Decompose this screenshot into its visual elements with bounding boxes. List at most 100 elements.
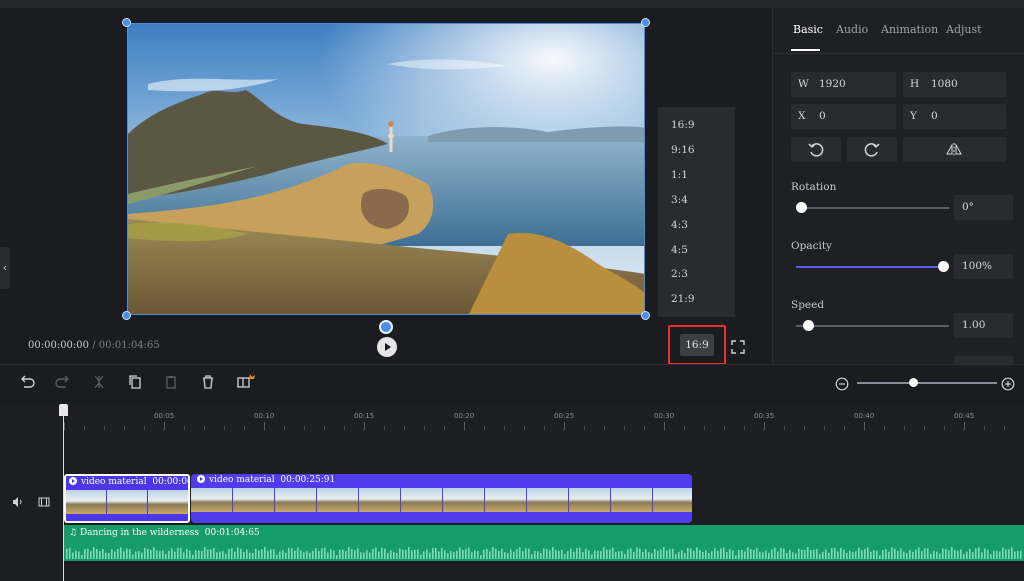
play-icon[interactable] bbox=[377, 337, 397, 357]
waveform-bar bbox=[141, 552, 143, 559]
video-clip-1[interactable]: video material 00:00:06:37 bbox=[64, 474, 190, 523]
waveform-bar bbox=[594, 550, 596, 559]
waveform-bar bbox=[783, 548, 785, 559]
rotation-slider[interactable] bbox=[796, 207, 949, 209]
waveform-bar bbox=[240, 548, 242, 559]
audio-clip-header: ♫ Dancing in the wilderness 00:01:04:65 bbox=[69, 528, 260, 538]
rotation-slider-thumb[interactable] bbox=[796, 202, 807, 213]
waveform-bar bbox=[549, 550, 551, 559]
tab-audio[interactable]: Audio bbox=[836, 23, 868, 36]
waveform-bar bbox=[840, 547, 842, 559]
waveform-bar bbox=[630, 548, 632, 559]
flip-horizontal-button[interactable] bbox=[903, 137, 1006, 162]
height-field[interactable]: H 1080 bbox=[903, 72, 1006, 97]
waveform-bar bbox=[183, 552, 185, 559]
waveform-bar bbox=[834, 547, 836, 559]
x-value: 0 bbox=[819, 110, 826, 122]
zoom-slider[interactable] bbox=[857, 382, 997, 384]
ratio-option-9-16[interactable]: 9:16 bbox=[671, 144, 695, 156]
fullscreen-icon[interactable] bbox=[731, 339, 745, 354]
waveform-bar bbox=[576, 548, 578, 559]
waveform-bar bbox=[270, 549, 272, 559]
x-field[interactable]: X 0 bbox=[791, 104, 896, 129]
rotate-left-button[interactable] bbox=[791, 137, 841, 162]
ruler-tick bbox=[344, 426, 345, 430]
opacity-value-field[interactable]: 100% bbox=[954, 254, 1013, 279]
aspect-ratio-button[interactable]: 16:9 bbox=[680, 334, 714, 356]
waveform-bar bbox=[774, 547, 776, 559]
waveform-bar bbox=[390, 550, 392, 559]
ruler-tick bbox=[1004, 426, 1005, 430]
speed-value-field[interactable]: 1.00 bbox=[954, 313, 1013, 338]
ratio-option-1-1[interactable]: 1:1 bbox=[671, 169, 688, 181]
playhead[interactable] bbox=[63, 404, 64, 581]
waveform-bar bbox=[342, 549, 344, 559]
ratio-option-4-5[interactable]: 4:5 bbox=[671, 244, 688, 256]
waveform-bar bbox=[585, 548, 587, 559]
opacity-slider-thumb[interactable] bbox=[938, 261, 949, 272]
ratio-option-2-3[interactable]: 2:3 bbox=[671, 268, 688, 280]
audio-clip[interactable]: ♫ Dancing in the wilderness 00:01:04:65 bbox=[64, 525, 1024, 561]
zoom-slider-thumb[interactable] bbox=[909, 378, 918, 387]
resize-handle-bottom-left[interactable] bbox=[122, 311, 131, 320]
flip-horizontal-icon bbox=[946, 143, 962, 156]
collapse-left-panel-button[interactable]: ‹ bbox=[0, 247, 10, 289]
y-field[interactable]: Y 0 bbox=[903, 104, 1006, 129]
waveform-bar bbox=[219, 551, 221, 559]
waveform-bar bbox=[492, 547, 494, 559]
waveform-bar bbox=[366, 550, 368, 559]
freeze-frame-icon[interactable] bbox=[236, 373, 255, 391]
copy-icon[interactable] bbox=[126, 373, 144, 391]
redo-icon[interactable] bbox=[54, 373, 72, 391]
ruler-tick bbox=[784, 426, 785, 430]
rotate-handle-icon[interactable] bbox=[379, 320, 393, 334]
zoom-out-icon[interactable] bbox=[835, 376, 849, 391]
waveform-bar bbox=[222, 550, 224, 559]
width-field[interactable]: W 1920 bbox=[791, 72, 896, 97]
tab-adjust[interactable]: Adjust bbox=[946, 23, 982, 36]
waveform-bar bbox=[507, 553, 509, 559]
resize-handle-bottom-right[interactable] bbox=[641, 311, 650, 320]
resize-handle-top-left[interactable] bbox=[122, 18, 131, 27]
tab-basic[interactable]: Basic bbox=[793, 23, 823, 36]
delete-icon[interactable] bbox=[199, 373, 217, 391]
tab-animation[interactable]: Animation bbox=[881, 23, 938, 36]
ruler-tick bbox=[844, 426, 845, 430]
waveform-bar bbox=[699, 549, 701, 559]
rotate-right-button[interactable] bbox=[847, 137, 897, 162]
waveform-bar bbox=[249, 552, 251, 559]
waveform-bar bbox=[645, 549, 647, 559]
speed-slider[interactable] bbox=[796, 325, 949, 327]
split-icon[interactable] bbox=[90, 373, 108, 391]
waveform-bar bbox=[408, 547, 410, 559]
ratio-option-16-9[interactable]: 16:9 bbox=[671, 119, 695, 131]
waveform-bar bbox=[504, 552, 506, 559]
waveform-bar bbox=[828, 552, 830, 559]
waveform-bar bbox=[162, 550, 164, 559]
waveform-bar bbox=[324, 547, 326, 559]
video-clip-2[interactable]: video material 00:00:25:91 bbox=[191, 474, 692, 523]
waveform-bar bbox=[126, 548, 128, 559]
zoom-in-icon[interactable] bbox=[1001, 376, 1015, 391]
undo-icon[interactable] bbox=[18, 373, 36, 391]
ratio-option-21-9[interactable]: 21:9 bbox=[671, 293, 695, 305]
waveform-bar bbox=[849, 550, 851, 559]
waveform-bar bbox=[951, 547, 953, 559]
paste-icon[interactable] bbox=[162, 373, 180, 391]
track-visibility-icon[interactable] bbox=[38, 493, 50, 507]
waveform-bar bbox=[111, 549, 113, 559]
waveform-bar bbox=[327, 552, 329, 559]
video-canvas[interactable] bbox=[127, 23, 645, 315]
waveform-bar bbox=[981, 552, 983, 559]
waveform-bar bbox=[993, 550, 995, 559]
playhead-handle[interactable] bbox=[59, 404, 68, 416]
track-mute-icon[interactable] bbox=[12, 493, 24, 507]
waveform-bar bbox=[561, 549, 563, 559]
waveform-bar bbox=[105, 552, 107, 559]
ruler-tick-label: 00:30 bbox=[654, 412, 675, 420]
ratio-option-4-3[interactable]: 4:3 bbox=[671, 219, 688, 231]
rotation-value-field[interactable]: 0° bbox=[954, 195, 1013, 220]
ratio-option-3-4[interactable]: 3:4 bbox=[671, 194, 688, 206]
clip-thumbnail bbox=[191, 488, 232, 512]
resize-handle-top-right[interactable] bbox=[641, 18, 650, 27]
